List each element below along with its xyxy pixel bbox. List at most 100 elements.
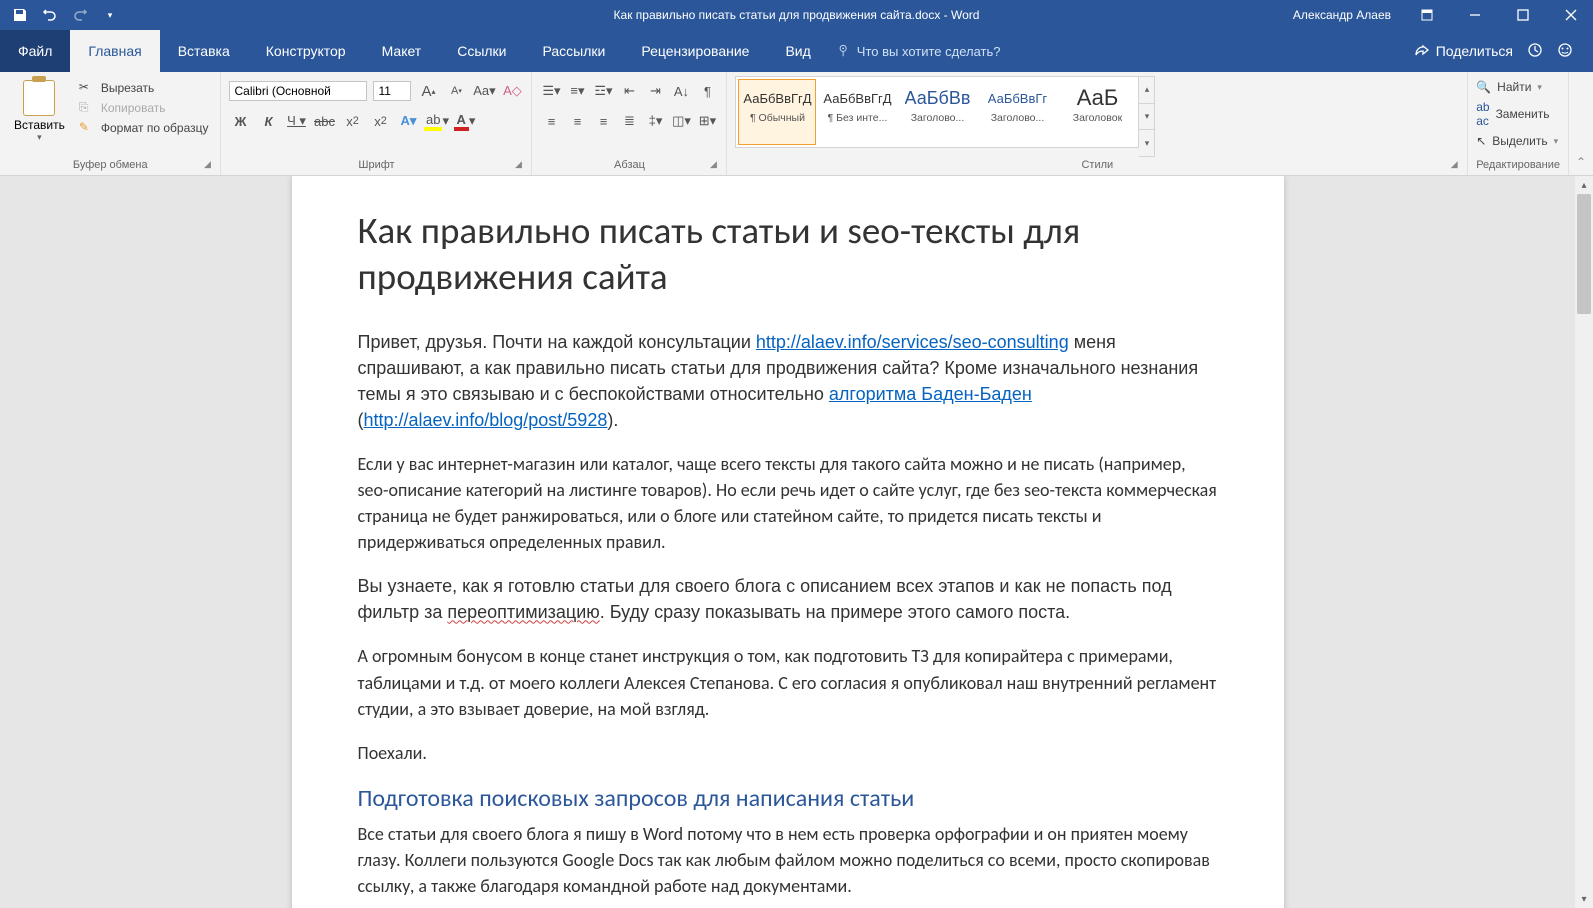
qat-dropdown-icon[interactable]: ▾ bbox=[102, 7, 118, 23]
vertical-scrollbar[interactable]: ▴ ▾ bbox=[1575, 176, 1593, 908]
tab-insert[interactable]: Вставка bbox=[160, 30, 248, 72]
group-clipboard-label: Буфер обмена bbox=[73, 159, 148, 171]
underline-button[interactable]: Ч ▾ bbox=[285, 110, 307, 132]
paste-button[interactable]: Вставить ▾ bbox=[8, 76, 71, 157]
tab-file[interactable]: Файл bbox=[0, 30, 70, 72]
user-name[interactable]: Александр Алаев bbox=[1293, 8, 1391, 22]
tab-mailings[interactable]: Рассылки bbox=[525, 30, 624, 72]
paste-label: Вставить bbox=[14, 118, 65, 132]
ribbon-tabs: Файл Главная Вставка Конструктор Макет С… bbox=[0, 30, 1593, 72]
doc-subheading: Подготовка поисковых запросов для написа… bbox=[358, 784, 1218, 813]
bullets-button[interactable]: ☰▾ bbox=[540, 80, 562, 102]
gallery-up-icon[interactable]: ▴ bbox=[1139, 77, 1154, 104]
cut-icon: ✂ bbox=[79, 80, 95, 96]
history-icon[interactable] bbox=[1527, 42, 1543, 61]
grow-font-button[interactable]: A▴ bbox=[417, 80, 439, 102]
font-color-button[interactable]: A▾ bbox=[453, 110, 475, 132]
format-painter-button[interactable]: ✎Формат по образцу bbox=[79, 120, 209, 136]
tab-references[interactable]: Ссылки bbox=[439, 30, 524, 72]
numbering-button[interactable]: ≡▾ bbox=[566, 80, 588, 102]
subscript-button[interactable]: x2 bbox=[341, 110, 363, 132]
doc-link[interactable]: алгоритма Баден-Баден bbox=[829, 384, 1032, 404]
gallery-down-icon[interactable]: ▾ bbox=[1139, 104, 1154, 131]
ribbon-display-icon[interactable] bbox=[1405, 0, 1449, 30]
select-button[interactable]: ↖Выделить▾ bbox=[1476, 134, 1558, 148]
maximize-button[interactable] bbox=[1501, 0, 1545, 30]
minimize-button[interactable] bbox=[1453, 0, 1497, 30]
cut-button[interactable]: ✂Вырезать bbox=[79, 80, 209, 96]
justify-button[interactable]: ≣ bbox=[618, 110, 640, 132]
tab-design[interactable]: Конструктор bbox=[248, 30, 364, 72]
line-spacing-button[interactable]: ‡▾ bbox=[644, 110, 666, 132]
decrease-indent-button[interactable]: ⇤ bbox=[618, 80, 640, 102]
scroll-down-icon[interactable]: ▾ bbox=[1575, 890, 1593, 908]
show-marks-button[interactable]: ¶ bbox=[696, 80, 718, 102]
doc-link[interactable]: http://alaev.info/blog/post/5928 bbox=[364, 410, 608, 430]
copy-icon: ⎘ bbox=[79, 100, 95, 116]
font-name-input[interactable] bbox=[229, 81, 367, 101]
increase-indent-button[interactable]: ⇥ bbox=[644, 80, 666, 102]
gallery-expand-icon[interactable]: ▾ bbox=[1139, 130, 1154, 156]
strike-button[interactable]: abc bbox=[313, 110, 335, 132]
multilevel-button[interactable]: ☲▾ bbox=[592, 80, 614, 102]
redo-icon[interactable] bbox=[72, 7, 88, 23]
scroll-thumb[interactable] bbox=[1577, 194, 1591, 314]
shrink-font-button[interactable]: A▾ bbox=[445, 80, 467, 102]
styles-gallery: АаБбВвГгД¶ Обычный АаБбВвГгД¶ Без инте..… bbox=[735, 76, 1139, 148]
document-title: Как правильно писать статьи для продвиже… bbox=[614, 8, 980, 22]
collapse-ribbon-icon[interactable]: ⌃ bbox=[1569, 72, 1593, 175]
font-launcher-icon[interactable]: ◢ bbox=[511, 159, 525, 173]
style-title[interactable]: АаБЗаголовок bbox=[1058, 79, 1136, 145]
gallery-scroll: ▴ ▾ ▾ bbox=[1139, 76, 1155, 157]
doc-paragraph: Привет, друзья. Почти на каждой консульт… bbox=[358, 329, 1218, 433]
titlebar: ▾ Как правильно писать статьи для продви… bbox=[0, 0, 1593, 30]
group-editing-label: Редактирование bbox=[1476, 159, 1560, 171]
tab-home[interactable]: Главная bbox=[70, 30, 159, 72]
clear-format-button[interactable]: A◇ bbox=[501, 80, 523, 102]
scroll-up-icon[interactable]: ▴ bbox=[1575, 176, 1593, 194]
text-effects-button[interactable]: A▾ bbox=[397, 110, 419, 132]
styles-launcher-icon[interactable]: ◢ bbox=[1447, 159, 1461, 173]
align-center-button[interactable]: ≡ bbox=[566, 110, 588, 132]
doc-paragraph: Вы узнаете, как я готовлю статьи для сво… bbox=[358, 573, 1218, 625]
cursor-icon: ↖ bbox=[1476, 134, 1486, 148]
tab-layout[interactable]: Макет bbox=[364, 30, 440, 72]
change-case-button[interactable]: Aa▾ bbox=[473, 80, 495, 102]
tell-me-search[interactable]: Что вы хотите сделать? bbox=[837, 30, 1001, 72]
group-styles: АаБбВвГгД¶ Обычный АаБбВвГгД¶ Без инте..… bbox=[727, 72, 1468, 175]
style-normal[interactable]: АаБбВвГгД¶ Обычный bbox=[738, 79, 816, 145]
italic-button[interactable]: К bbox=[257, 110, 279, 132]
style-heading1[interactable]: АаБбВвЗаголово... bbox=[898, 79, 976, 145]
tab-review[interactable]: Рецензирование bbox=[623, 30, 767, 72]
clipboard-launcher-icon[interactable]: ◢ bbox=[200, 159, 214, 173]
align-left-button[interactable]: ≡ bbox=[540, 110, 562, 132]
shading-button[interactable]: ◫▾ bbox=[670, 110, 692, 132]
tab-view[interactable]: Вид bbox=[767, 30, 828, 72]
borders-button[interactable]: ⊞▾ bbox=[696, 110, 718, 132]
find-button[interactable]: 🔍Найти▾ bbox=[1476, 80, 1558, 94]
ribbon: Вставить ▾ ✂Вырезать ⎘Копировать ✎Формат… bbox=[0, 72, 1593, 176]
close-button[interactable] bbox=[1549, 0, 1593, 30]
group-font-label: Шрифт bbox=[358, 159, 394, 171]
doc-paragraph: Если у вас интернет-магазин или каталог,… bbox=[358, 451, 1218, 555]
doc-paragraph: Все статьи для своего блога я пишу в Wor… bbox=[358, 821, 1218, 899]
feedback-icon[interactable] bbox=[1557, 42, 1573, 61]
paragraph-launcher-icon[interactable]: ◢ bbox=[706, 159, 720, 173]
undo-icon[interactable] bbox=[42, 7, 58, 23]
replace-icon: abac bbox=[1476, 100, 1489, 128]
page[interactable]: Как правильно писать статьи и seo-тексты… bbox=[292, 176, 1284, 908]
bold-button[interactable]: Ж bbox=[229, 110, 251, 132]
save-icon[interactable] bbox=[12, 7, 28, 23]
align-right-button[interactable]: ≡ bbox=[592, 110, 614, 132]
share-button[interactable]: Поделиться bbox=[1414, 43, 1513, 59]
superscript-button[interactable]: x2 bbox=[369, 110, 391, 132]
highlight-button[interactable]: ab▾ bbox=[425, 110, 447, 132]
sort-button[interactable]: A↓ bbox=[670, 80, 692, 102]
doc-link[interactable]: http://alaev.info/services/seo-consultin… bbox=[756, 332, 1069, 352]
style-heading2[interactable]: АаБбВвГгЗаголово... bbox=[978, 79, 1056, 145]
copy-button[interactable]: ⎘Копировать bbox=[79, 100, 209, 116]
font-size-input[interactable] bbox=[373, 81, 411, 101]
style-no-spacing[interactable]: АаБбВвГгД¶ Без инте... bbox=[818, 79, 896, 145]
doc-paragraph: А огромным бонусом в конце станет инстру… bbox=[358, 643, 1218, 721]
replace-button[interactable]: abacЗаменить bbox=[1476, 100, 1558, 128]
